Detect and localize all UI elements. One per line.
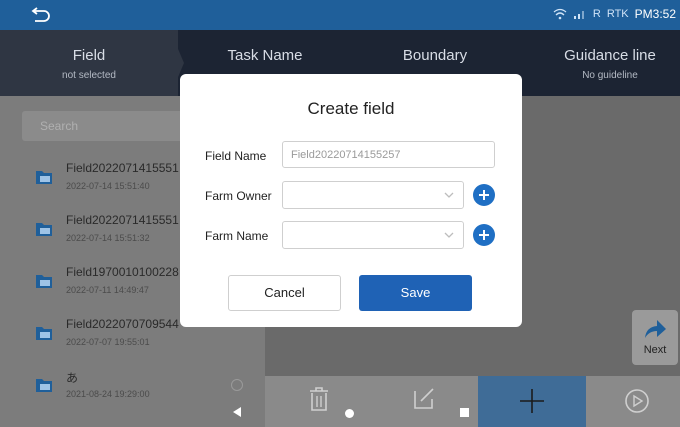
tab-boundary-title: Boundary bbox=[402, 47, 468, 64]
next-button[interactable]: Next bbox=[632, 310, 678, 365]
edit-icon[interactable] bbox=[412, 386, 436, 410]
field-name: あ bbox=[66, 371, 79, 385]
rtk-label: RTK bbox=[606, 8, 629, 20]
signal-icon bbox=[573, 11, 584, 19]
folder-icon bbox=[36, 379, 52, 392]
cancel-button[interactable]: Cancel bbox=[228, 275, 341, 311]
field-name: Field2022070709544 bbox=[66, 317, 179, 331]
save-button[interactable]: Save bbox=[359, 275, 472, 311]
folder-icon bbox=[36, 275, 52, 288]
tab-guidance-line[interactable]: Guidance line No guideline bbox=[540, 30, 680, 96]
tab-field-subtitle: not selected bbox=[62, 70, 116, 81]
back-icon[interactable] bbox=[30, 5, 52, 25]
field-name: Field2022071415551 bbox=[66, 161, 179, 175]
field-name: Field1970010100228 bbox=[66, 265, 179, 279]
tab-guidance-title: Guidance line bbox=[564, 47, 656, 64]
plus-icon bbox=[479, 190, 489, 200]
plus-icon[interactable] bbox=[519, 388, 545, 414]
field-name-input[interactable]: Field20220714155257 bbox=[282, 141, 495, 168]
plus-icon bbox=[479, 230, 489, 240]
signal-label: R bbox=[592, 8, 601, 20]
field-date: 2022-07-14 15:51:40 bbox=[66, 181, 150, 191]
nav-back-icon[interactable] bbox=[232, 406, 242, 418]
field-date: 2022-07-11 14:49:47 bbox=[66, 285, 149, 295]
farm-owner-label: Farm Owner bbox=[205, 189, 272, 203]
folder-icon bbox=[36, 327, 52, 340]
wifi-icon bbox=[553, 8, 567, 20]
create-field-dialog: Create field Field Name Field20220714155… bbox=[180, 74, 522, 327]
add-farm-name-button[interactable] bbox=[473, 224, 495, 246]
field-name-label: Field Name bbox=[205, 149, 267, 163]
status-bar: R RTK PM3:52 bbox=[0, 0, 680, 30]
chevron-down-icon bbox=[444, 232, 454, 238]
list-item[interactable]: あ 2021-08-24 19:29:00 bbox=[0, 359, 265, 411]
farm-owner-select[interactable] bbox=[282, 181, 464, 209]
status-time: PM3:52 bbox=[634, 7, 676, 21]
nav-recent-icon[interactable] bbox=[460, 408, 469, 417]
add-farm-owner-button[interactable] bbox=[473, 184, 495, 206]
tab-field-title: Field bbox=[72, 47, 106, 64]
tab-guidance-subtitle: No guideline bbox=[582, 70, 638, 81]
select-radio[interactable] bbox=[231, 379, 243, 391]
arrow-right-icon bbox=[645, 320, 666, 338]
status-indicators: R RTK PM3:52 bbox=[553, 7, 676, 21]
trash-icon[interactable] bbox=[308, 386, 330, 412]
play-icon[interactable] bbox=[624, 388, 650, 414]
field-date: 2021-08-24 19:29:00 bbox=[66, 389, 150, 399]
nav-home-icon[interactable] bbox=[345, 409, 354, 418]
field-date: 2022-07-07 19:55:01 bbox=[66, 337, 150, 347]
farm-name-label: Farm Name bbox=[205, 229, 269, 243]
folder-icon bbox=[36, 171, 52, 184]
tab-task-name-title: Task Name bbox=[227, 47, 303, 64]
next-label: Next bbox=[643, 344, 667, 356]
chevron-down-icon bbox=[444, 192, 454, 198]
dialog-title: Create field bbox=[307, 99, 395, 118]
farm-name-select[interactable] bbox=[282, 221, 464, 249]
field-date: 2022-07-14 15:51:32 bbox=[66, 233, 150, 243]
field-name: Field2022071415551 bbox=[66, 213, 179, 227]
tab-field[interactable]: Field not selected bbox=[0, 30, 178, 96]
folder-icon bbox=[36, 223, 52, 236]
